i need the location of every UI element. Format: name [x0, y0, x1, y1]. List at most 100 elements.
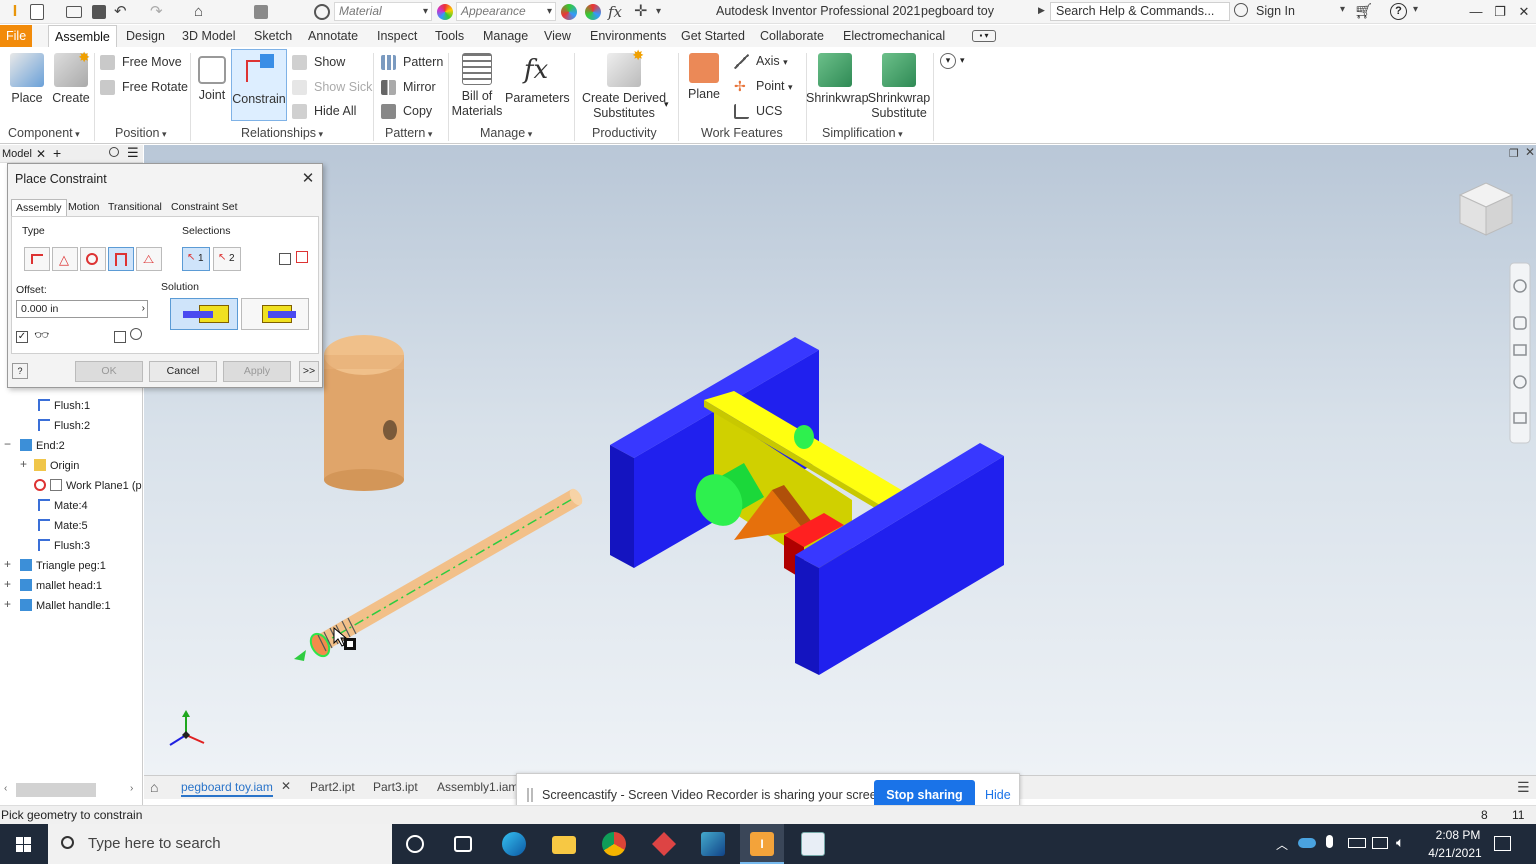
tree-item-flush-3[interactable]: Flush:3 [38, 537, 90, 555]
clear-appearance-override-icon[interactable] [585, 4, 601, 20]
ribbon-options-icon[interactable]: ▪ ▾ [972, 30, 996, 42]
joint-button[interactable]: Joint [194, 49, 230, 102]
tab-tools[interactable]: Tools [429, 25, 470, 47]
new-file-icon[interactable] [30, 4, 44, 20]
mirror-button[interactable]: Mirror [381, 77, 436, 97]
shrinkwrap-substitute-button[interactable]: Shrinkwrap Substitute [866, 49, 932, 121]
tab-inspect[interactable]: Inspect [371, 25, 423, 47]
point-button[interactable]: ✢ Point ▾ [734, 76, 793, 96]
doc-tab-assembly1[interactable]: Assembly1.iam [437, 780, 518, 794]
insert-type-button[interactable] [108, 247, 134, 271]
browser-tab-model[interactable]: Model [2, 148, 32, 160]
tree-item-flush-1[interactable]: Flush:1 [38, 397, 90, 415]
pattern-button[interactable]: Pattern [381, 52, 443, 72]
create-derived-substitutes-button[interactable]: ✸ Create Derived Substitutes [580, 48, 668, 121]
group-manage[interactable]: Manage [480, 126, 532, 140]
browser-add-icon[interactable]: + [53, 145, 61, 161]
start-button[interactable] [0, 824, 48, 864]
ucs-button[interactable]: UCS [734, 101, 782, 121]
tab-motion[interactable]: Motion [64, 199, 104, 216]
expand-icon[interactable]: + [4, 557, 11, 571]
tree-item-flush-2[interactable]: Flush:2 [38, 417, 90, 435]
free-move-button[interactable]: Free Move [100, 52, 182, 72]
bill-of-materials-button[interactable]: Bill of Materials [450, 49, 504, 119]
ribbon-more-dropdown-icon[interactable]: ▾ [960, 55, 965, 66]
expand-icon[interactable]: + [4, 577, 11, 591]
app-icon-2[interactable] [701, 832, 725, 856]
mallet-head[interactable] [324, 335, 404, 491]
help-dropdown-icon[interactable]: ▾ [1413, 4, 1418, 15]
tree-item-origin[interactable]: Origin [34, 457, 79, 475]
navigation-bar[interactable] [1509, 262, 1531, 444]
doc-tab-part3[interactable]: Part3.ipt [373, 780, 418, 794]
tree-item-triangle-peg[interactable]: Triangle peg:1 [20, 557, 106, 575]
ribbon-more-icon[interactable]: ▾ [940, 53, 956, 69]
offset-input[interactable]: 0.000 in › [16, 300, 148, 318]
tab-view[interactable]: View [538, 25, 577, 47]
show-button[interactable]: Show [292, 52, 345, 72]
tangent-type-button[interactable] [80, 247, 106, 271]
3d-scene[interactable] [144, 145, 1536, 775]
fx-icon[interactable]: fx [608, 3, 626, 21]
collapse-icon[interactable]: − [4, 437, 11, 451]
inventor-taskbar-button[interactable]: I [740, 824, 784, 864]
network-icon[interactable] [1372, 837, 1388, 849]
tab-file[interactable]: File [0, 25, 33, 47]
browser-close-icon[interactable]: ✕ [36, 147, 46, 161]
volume-icon[interactable]: 🔈︎ [1396, 834, 1404, 851]
clock-date[interactable]: 4/21/2021 [1420, 846, 1490, 860]
help-icon[interactable]: ? [1390, 3, 1407, 20]
show-sick-button[interactable]: Show Sick [292, 77, 372, 97]
group-simplification[interactable]: Simplification [822, 126, 903, 140]
expand-icon[interactable]: + [4, 597, 11, 611]
tab-3d-model[interactable]: 3D Model [176, 25, 242, 47]
notification-icon[interactable] [1494, 836, 1511, 851]
arrow-right-icon[interactable]: ▶ [1038, 5, 1045, 16]
cart-icon[interactable]: 🛒︎ [1354, 2, 1373, 20]
solution-aligned-button[interactable] [241, 298, 309, 330]
create-button[interactable]: ✸ Create [50, 49, 92, 105]
app-icon-3[interactable] [801, 832, 825, 856]
solution-opposed-button[interactable] [170, 298, 238, 330]
battery-icon[interactable] [1348, 838, 1366, 848]
plane-button[interactable]: Plane [684, 49, 724, 101]
view-cube-icon[interactable] [1458, 182, 1514, 236]
tab-sketch[interactable]: Sketch [248, 25, 298, 47]
cortana-icon[interactable] [406, 835, 424, 853]
browser-menu-icon[interactable]: ☰ [127, 145, 139, 161]
tab-annotate[interactable]: Annotate [302, 25, 364, 47]
help-icon[interactable]: ? [12, 363, 28, 379]
predict-offset-checkbox[interactable] [114, 331, 126, 343]
tab-design[interactable]: Design [120, 25, 171, 47]
mate-type-button[interactable] [24, 247, 50, 271]
sign-in-link[interactable]: Sign In [1256, 4, 1295, 18]
undo-icon[interactable]: ↶ [114, 3, 132, 21]
doc-tabs-menu-icon[interactable]: ☰ [1517, 779, 1530, 796]
dialog-close-icon[interactable]: ✕ [299, 169, 317, 187]
selection-1-button[interactable]: ↖ 1 [182, 247, 210, 271]
ok-button[interactable]: OK [75, 361, 143, 382]
apply-button[interactable]: Apply [223, 361, 291, 382]
group-position[interactable]: Position [115, 126, 167, 140]
group-component[interactable]: Component [8, 126, 80, 140]
tree-item-work-plane1[interactable]: Work Plane1 (p [34, 477, 142, 495]
tree-item-mate-5[interactable]: Mate:5 [38, 517, 88, 535]
minimize-button[interactable]: — [1463, 2, 1489, 22]
tree-item-mate-4[interactable]: Mate:4 [38, 497, 88, 515]
expand-icon[interactable]: + [20, 457, 27, 471]
doc-tab-close-icon[interactable]: ✕ [281, 779, 291, 793]
tab-transitional[interactable]: Transitional [104, 199, 166, 216]
plus-icon[interactable]: ✛ [634, 3, 652, 21]
more-options-button[interactable]: >> [299, 361, 319, 382]
preview-checkbox[interactable]: ✓ [16, 331, 28, 343]
taskbar-search-box[interactable]: Type here to search [48, 824, 392, 864]
tab-constraint-set[interactable]: Constraint Set [167, 199, 242, 216]
app-logo-icon[interactable]: I [6, 3, 24, 21]
parameters-button[interactable]: fx Parameters [505, 49, 570, 105]
group-pattern[interactable]: Pattern [385, 126, 432, 140]
derived-dropdown-icon[interactable]: ▾ [664, 99, 669, 110]
file-explorer-icon[interactable] [552, 836, 576, 854]
tree-item-mallet-head[interactable]: mallet head:1 [20, 577, 102, 595]
home-tab-icon[interactable]: ⌂ [150, 779, 158, 795]
axis-button[interactable]: Axis ▾ [734, 51, 788, 71]
